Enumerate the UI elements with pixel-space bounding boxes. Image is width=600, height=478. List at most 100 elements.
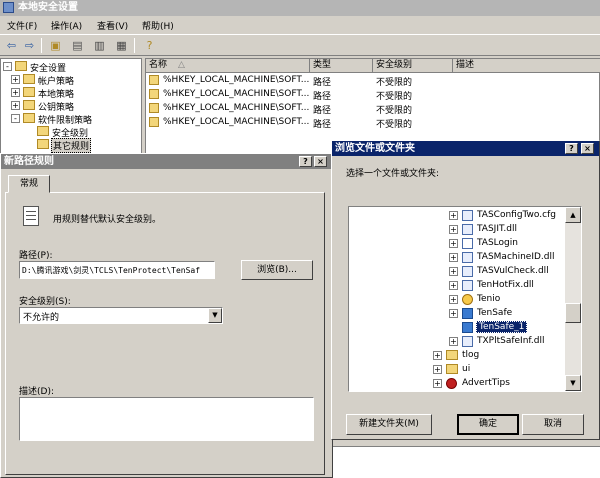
- tree-item-label: 安全设置: [30, 64, 67, 74]
- scroll-down-icon[interactable]: ▼: [565, 375, 581, 391]
- folder-open-icon: [23, 113, 35, 123]
- description-textarea[interactable]: [19, 397, 314, 441]
- expand-icon[interactable]: +: [449, 337, 458, 346]
- dialog-title-bar: 浏览文件或文件夹 ? ×: [332, 141, 599, 156]
- expand-icon[interactable]: +: [11, 88, 20, 97]
- document-icon: [23, 206, 39, 226]
- browse-button[interactable]: 浏览(B)...: [241, 260, 313, 280]
- cell-type: 路径: [313, 78, 332, 88]
- cell-name: %HKEY_LOCAL_MACHINE\SOFT...: [163, 103, 310, 113]
- collapse-icon[interactable]: -: [11, 114, 20, 123]
- tree-item-label: ui: [462, 364, 471, 374]
- back-arrow-icon[interactable]: ⇦: [4, 38, 19, 53]
- column-label: 类型: [313, 60, 332, 70]
- expand-icon[interactable]: +: [449, 239, 458, 248]
- menu-bar: 文件(F) 操作(A) 查看(V) 帮助(H): [0, 16, 600, 34]
- expand-icon[interactable]: +: [433, 365, 442, 374]
- export-list-icon[interactable]: ▦: [114, 38, 129, 53]
- path-rule-icon: [149, 117, 159, 127]
- expand-icon[interactable]: +: [449, 225, 458, 234]
- list-row[interactable]: %HKEY_LOCAL_MACHINE\SOFT... 路径 不受限的: [146, 116, 600, 130]
- column-header-description[interactable]: 描述: [453, 59, 600, 73]
- folder-icon: [23, 87, 35, 97]
- list-row[interactable]: %HKEY_LOCAL_MACHINE\SOFT... 路径 不受限的: [146, 102, 600, 116]
- up-folder-icon[interactable]: ▣: [48, 38, 63, 53]
- scroll-thumb[interactable]: [565, 303, 581, 323]
- expand-icon[interactable]: +: [449, 211, 458, 220]
- security-level-select[interactable]: 不允许的 ▼: [19, 307, 223, 324]
- expand-icon[interactable]: +: [449, 309, 458, 318]
- column-header-level[interactable]: 安全级别: [373, 59, 453, 73]
- help-button[interactable]: ?: [299, 156, 312, 167]
- tree-item-label: 帐户策略: [38, 77, 75, 87]
- path-input[interactable]: D:\腾讯游戏\剑灵\TCLS\TenProtect\TenSaf: [19, 261, 215, 279]
- dialog-title-bar: 新路径规则 ? ×: [1, 154, 332, 169]
- security-settings-tree: - 安全设置 + 帐户策略 + 本地策略 + 公钥策略 - 软件限制策略 安全级…: [0, 58, 142, 154]
- cell-type: 路径: [313, 120, 332, 130]
- column-header-name[interactable]: 名称 △: [146, 59, 310, 73]
- collapse-icon[interactable]: -: [3, 62, 12, 71]
- cell-name: %HKEY_LOCAL_MACHINE\SOFT...: [163, 75, 310, 85]
- delete-icon[interactable]: ▤: [70, 38, 85, 53]
- new-folder-button[interactable]: 新建文件夹(M): [346, 414, 432, 435]
- intro-text: 用规则替代默认安全级别。: [53, 215, 162, 225]
- app-file-icon: [462, 294, 473, 305]
- app-file-icon: [446, 378, 457, 389]
- list-row[interactable]: %HKEY_LOCAL_MACHINE\SOFT... 路径 不受限的: [146, 74, 600, 88]
- vertical-scrollbar[interactable]: ▲ ▼: [565, 207, 581, 391]
- blank-file-icon: [462, 238, 473, 249]
- scroll-up-icon[interactable]: ▲: [565, 207, 581, 223]
- expand-icon[interactable]: +: [11, 101, 20, 110]
- column-label: 名称: [149, 60, 168, 70]
- folder-tree: + TASConfigTwo.cfg + TASJIT.dll + TASLogin …: [348, 206, 582, 392]
- dialog-title: 新路径规则: [4, 156, 54, 167]
- column-header-type[interactable]: 类型: [310, 59, 373, 73]
- cfg-file-icon: [462, 210, 473, 221]
- menu-file[interactable]: 文件(F): [7, 19, 37, 32]
- folder-icon: [446, 350, 458, 360]
- cancel-button[interactable]: 取消: [522, 414, 584, 435]
- ok-button[interactable]: 确定: [457, 414, 519, 435]
- list-row[interactable]: %HKEY_LOCAL_MACHINE\SOFT... 路径 不受限的: [146, 88, 600, 102]
- dialog-title: 浏览文件或文件夹: [335, 143, 415, 154]
- cell-level: 不受限的: [376, 106, 413, 116]
- path-label: 路径(P):: [19, 251, 53, 261]
- help-icon[interactable]: ?: [142, 38, 157, 53]
- expand-icon[interactable]: +: [449, 253, 458, 262]
- help-button[interactable]: ?: [565, 143, 578, 154]
- folder-icon: [446, 364, 458, 374]
- dll-file-icon: [462, 266, 473, 277]
- close-button[interactable]: ×: [314, 156, 327, 167]
- tree-item-label: 其它规则: [51, 138, 92, 153]
- new-path-rule-dialog: 新路径规则 ? × 常规 用规则替代默认安全级别。 路径(P): D:\腾讯游戏…: [0, 153, 333, 478]
- chevron-down-icon[interactable]: ▼: [208, 308, 222, 323]
- tree-item-label: TenSafe: [477, 308, 513, 318]
- expand-icon[interactable]: +: [449, 267, 458, 276]
- menu-view[interactable]: 查看(V): [97, 19, 128, 32]
- tree-item-label: TASConfigTwo.cfg: [477, 210, 556, 220]
- tree-item-label: TASJIT.dll: [477, 224, 517, 234]
- tab-general[interactable]: 常规: [8, 175, 50, 193]
- menu-help[interactable]: 帮助(H): [142, 19, 174, 32]
- cell-type: 路径: [313, 92, 332, 102]
- tp-file-icon: [462, 308, 473, 319]
- description-label: 描述(D):: [19, 387, 54, 397]
- expand-icon[interactable]: +: [449, 295, 458, 304]
- expand-icon[interactable]: +: [433, 379, 442, 388]
- expand-icon[interactable]: +: [449, 281, 458, 290]
- cell-level: 不受限的: [376, 120, 413, 130]
- properties-icon[interactable]: ▥: [92, 38, 107, 53]
- expand-icon[interactable]: +: [433, 351, 442, 360]
- window-title: 本地安全设置: [18, 2, 78, 13]
- close-button[interactable]: ×: [581, 143, 594, 154]
- column-label: 安全级别: [376, 60, 413, 70]
- tree-item-label: TenSafe_1: [476, 321, 528, 333]
- folder-icon: [23, 100, 35, 110]
- forward-arrow-icon[interactable]: ⇨: [22, 38, 37, 53]
- expand-icon[interactable]: +: [11, 75, 20, 84]
- cell-name: %HKEY_LOCAL_MACHINE\SOFT...: [163, 117, 310, 127]
- folder-icon: [37, 126, 49, 136]
- menu-action[interactable]: 操作(A): [51, 19, 82, 32]
- tp-file-icon: [462, 322, 473, 333]
- cell-level: 不受限的: [376, 92, 413, 102]
